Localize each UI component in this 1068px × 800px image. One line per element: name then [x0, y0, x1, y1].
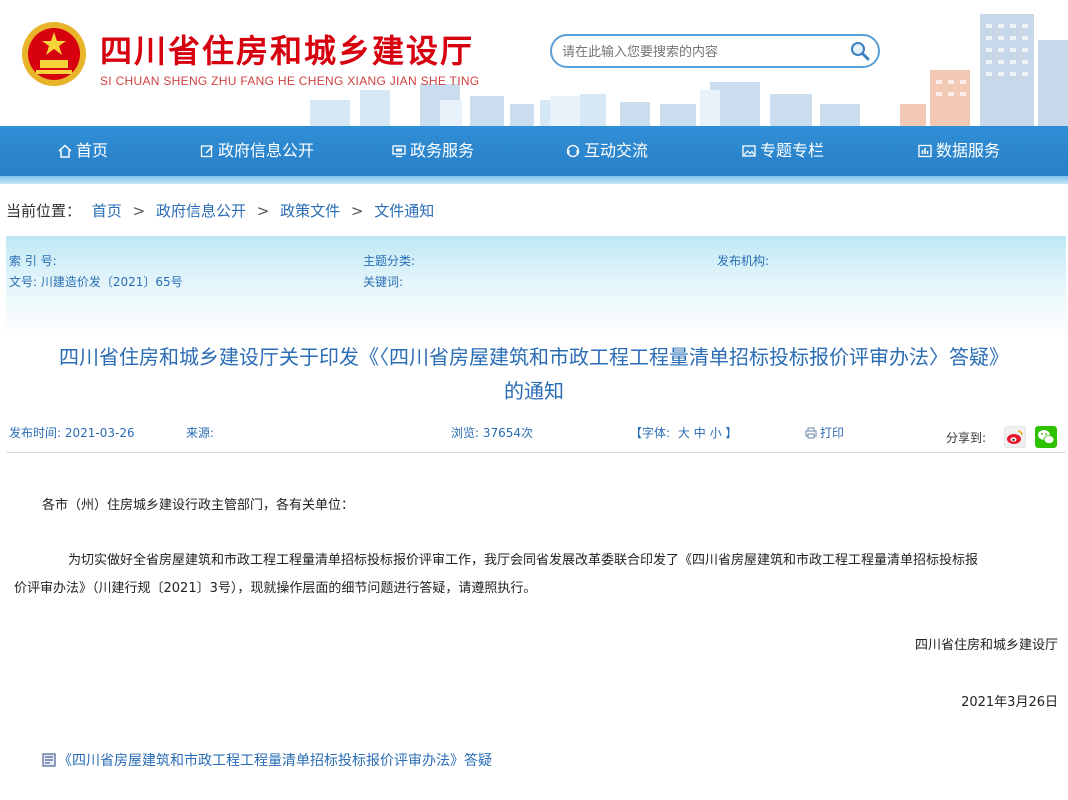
nav-item-label: 政务服务 — [410, 141, 475, 160]
nav-item-label: 专题专栏 — [760, 141, 825, 160]
body-paragraph: 为切实做好全省房屋建筑和市政工程工程量清单招标投标报价评审工作，我厅会同省发展改… — [14, 547, 1064, 603]
publisher-label: 发布机构: — [717, 254, 770, 268]
nav-item-label: 首页 — [76, 141, 109, 160]
document-icon — [42, 753, 56, 767]
nav-strip-divider — [0, 176, 1068, 184]
keywords-label: 关键词: — [363, 275, 404, 289]
publish-date-label: 发布时间: — [9, 426, 62, 440]
font-size-label: 【字体: — [630, 426, 671, 440]
search-box — [550, 34, 880, 68]
print-label: 打印 — [820, 426, 845, 440]
print-button[interactable]: 打印 — [805, 424, 844, 441]
search-input[interactable] — [562, 42, 842, 62]
nav-item-services[interactable]: 政务服务 — [392, 126, 474, 176]
breadcrumb-home[interactable]: 首页 — [92, 202, 122, 220]
search-icon[interactable] — [848, 39, 872, 63]
breadcrumb-separator: > — [132, 202, 146, 220]
site-title: 四川省住房和城乡建设厅 — [100, 32, 475, 70]
breadcrumb-separator: > — [350, 202, 364, 220]
attachment-label: 《四川省房屋建筑和市政工程工程量清单招标投标报价评审办法》答疑 — [58, 753, 492, 769]
body-paragraph-line1: 为切实做好全省房屋建筑和市政工程工程量清单招标投标报价评审工作，我厅会同省发展改… — [68, 553, 979, 568]
share-label: 分享到: — [946, 431, 987, 445]
article-title-line2: 的通知 — [504, 379, 564, 403]
font-size-bracket: 】 — [725, 426, 738, 440]
wechat-share-icon[interactable] — [1035, 426, 1057, 448]
greeting-text: 各市（州）住房城乡建设行政主管部门，各有关单位： — [42, 498, 355, 513]
view-count-label: 浏览: — [451, 426, 480, 440]
font-large-button[interactable]: 大 — [678, 426, 690, 440]
national-emblem-icon — [22, 22, 86, 86]
view-count-value: 37654次 — [482, 426, 534, 440]
font-small-button[interactable]: 小 — [710, 426, 722, 440]
chat-icon — [566, 144, 580, 158]
body-paragraph-line2: 价评审办法》（川建行规〔2021〕3号），现就操作层面的细节问题进行答疑，请遵照… — [14, 581, 537, 596]
signature-date: 2021年3月26日 — [961, 695, 1058, 710]
document-info-box: 索 引 号: 主题分类: 发布机构: 文号: 川建造价发〔2021〕65号 关键… — [6, 236, 1066, 336]
weibo-share-icon[interactable] — [1004, 426, 1026, 448]
image-icon — [742, 145, 756, 157]
site-header: 四川省住房和城乡建设厅 SI CHUAN SHENG ZHU FANG HE C… — [0, 0, 1068, 126]
main-nav: 首页 政府信息公开 政务服务 互动交流 专题专栏 数据服务 — [0, 126, 1068, 176]
doc-number: 文号: 川建造价发〔2021〕65号 — [9, 273, 183, 290]
font-size-controls: 【字体: 大 中 小 】 — [630, 424, 737, 441]
nav-item-data[interactable]: 数据服务 — [918, 126, 1000, 176]
breadcrumb: 当前位置： 首页 > 政府信息公开 > 政策文件 > 文件通知 — [6, 200, 434, 221]
article-title: 四川省住房和城乡建设厅关于印发《〈四川省房屋建筑和市政工程工程量清单招标投标报价… — [0, 340, 1068, 408]
monitor-icon — [392, 145, 406, 158]
site-subtitle: SI CHUAN SHENG ZHU FANG HE CHENG XIANG J… — [100, 74, 480, 88]
doc-number-value: 川建造价发〔2021〕65号 — [40, 275, 183, 289]
nav-item-label: 政府信息公开 — [218, 141, 315, 160]
home-icon — [58, 144, 72, 158]
breadcrumb-gov-info[interactable]: 政府信息公开 — [156, 202, 246, 220]
nav-item-gov-info[interactable]: 政府信息公开 — [200, 126, 314, 176]
topic-label: 主题分类: — [363, 254, 416, 268]
nav-item-home[interactable]: 首页 — [58, 126, 108, 176]
article-title-line1: 四川省住房和城乡建设厅关于印发《〈四川省房屋建筑和市政工程工程量清单招标投标报价… — [59, 345, 1009, 369]
breadcrumb-separator: > — [256, 202, 270, 220]
meta-divider — [6, 452, 1066, 453]
publish-date-value: 2021-03-26 — [64, 426, 135, 440]
font-medium-button[interactable]: 中 — [694, 426, 706, 440]
nav-item-label: 数据服务 — [936, 141, 1001, 160]
attachment-link[interactable]: 《四川省房屋建筑和市政工程工程量清单招标投标报价评审办法》答疑 — [42, 750, 492, 770]
index-number-label: 索 引 号: — [9, 254, 57, 268]
nav-item-topics[interactable]: 专题专栏 — [742, 126, 824, 176]
breadcrumb-notices[interactable]: 文件通知 — [374, 202, 434, 220]
nav-item-interaction[interactable]: 互动交流 — [566, 126, 648, 176]
signature: 四川省住房和城乡建设厅 — [914, 638, 1058, 653]
nav-item-label: 互动交流 — [584, 141, 649, 160]
doc-number-label: 文号: — [9, 275, 38, 289]
breadcrumb-policy[interactable]: 政策文件 — [280, 202, 340, 220]
chart-icon — [918, 144, 932, 158]
view-count: 浏览: 37654次 — [451, 424, 533, 441]
edit-icon — [200, 145, 214, 158]
publish-date: 发布时间: 2021-03-26 — [9, 424, 135, 441]
source-label: 来源: — [186, 426, 215, 440]
breadcrumb-prefix: 当前位置： — [6, 202, 82, 220]
printer-icon — [805, 427, 817, 438]
